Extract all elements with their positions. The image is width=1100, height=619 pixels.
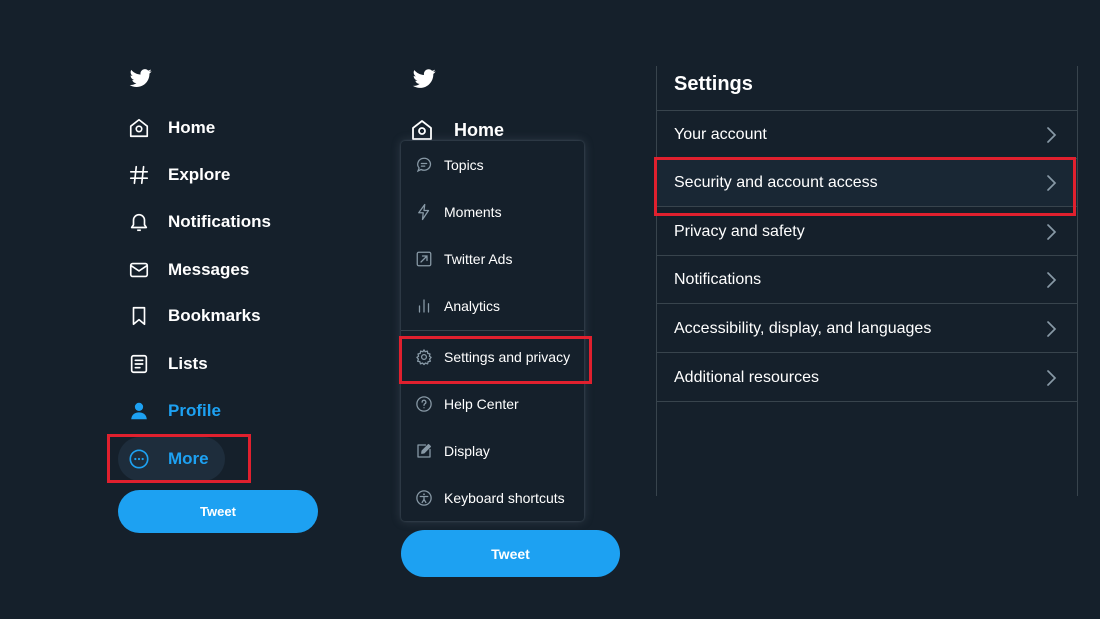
chevron-right-icon — [1043, 369, 1059, 387]
settings-row-label: Additional resources — [674, 368, 819, 386]
nav-item-lists[interactable]: Lists — [118, 342, 224, 386]
settings-row-additional-resources[interactable]: Additional resources — [657, 354, 1077, 402]
topics-icon — [415, 156, 433, 174]
settings-row-your-account[interactable]: Your account — [657, 111, 1077, 159]
chevron-right-icon — [1043, 271, 1059, 289]
more-dropdown-menu: Topics Moments Twitter Ads Analytics Set… — [401, 141, 584, 521]
lightning-icon — [415, 203, 433, 221]
list-icon — [128, 353, 150, 375]
menu-label-moments: Moments — [444, 204, 502, 220]
menu-item-help-center[interactable]: Help Center — [401, 382, 584, 426]
nav-label-notifications: Notifications — [168, 212, 271, 231]
bell-icon — [128, 211, 150, 233]
envelope-icon — [128, 259, 150, 281]
nav-item-notifications[interactable]: Notifications — [118, 200, 287, 244]
menu-item-display[interactable]: Display — [401, 429, 584, 473]
menu-item-keyboard-shortcuts[interactable]: Keyboard shortcuts — [401, 476, 584, 520]
nav-item-home-secondary[interactable]: Home — [410, 118, 504, 142]
menu-label-settings-and-privacy: Settings and privacy — [444, 349, 571, 365]
settings-row-notifications[interactable]: Notifications — [657, 256, 1077, 304]
settings-row-accessibility-display-and-languages[interactable]: Accessibility, display, and languages — [657, 305, 1077, 353]
person-icon — [128, 400, 150, 422]
nav-item-home[interactable]: Home — [118, 106, 231, 150]
settings-row-label: Notifications — [674, 270, 762, 288]
settings-title: Settings — [674, 73, 753, 95]
tweet-button[interactable]: Tweet — [118, 490, 318, 533]
chevron-right-icon — [1043, 174, 1059, 192]
accessibility-icon — [415, 489, 433, 507]
nav-item-explore[interactable]: Explore — [118, 153, 246, 197]
menu-item-twitter-ads[interactable]: Twitter Ads — [401, 237, 584, 281]
settings-row-label: Accessibility, display, and languages — [674, 319, 932, 337]
home-icon — [128, 117, 150, 139]
menu-item-analytics[interactable]: Analytics — [401, 284, 584, 328]
twitter-logo-icon[interactable] — [128, 67, 154, 89]
nav-label-explore: Explore — [168, 165, 231, 184]
ads-icon — [415, 250, 433, 268]
menu-item-moments[interactable]: Moments — [401, 190, 584, 234]
nav-label-home-secondary: Home — [454, 119, 505, 140]
menu-item-topics[interactable]: Topics — [401, 143, 584, 187]
menu-item-settings-and-privacy[interactable]: Settings and privacy — [401, 335, 584, 379]
nav-label-profile: Profile — [168, 401, 221, 420]
menu-label-keyboard-shortcuts: Keyboard shortcuts — [444, 490, 565, 506]
settings-row-label: Security and account access — [674, 173, 878, 191]
chevron-right-icon — [1043, 320, 1059, 338]
menu-divider — [401, 330, 584, 331]
settings-panel: Settings Your account Security and accou… — [656, 66, 1078, 496]
twitter-logo-icon[interactable] — [411, 67, 437, 89]
nav-label-messages: Messages — [168, 260, 250, 279]
nav-label-lists: Lists — [168, 354, 208, 373]
nav-item-bookmarks[interactable]: Bookmarks — [118, 294, 277, 338]
menu-label-display: Display — [444, 443, 490, 459]
nav-item-more[interactable]: More — [118, 437, 225, 481]
nav-item-messages[interactable]: Messages — [118, 248, 265, 292]
menu-label-analytics: Analytics — [444, 298, 501, 314]
menu-label-topics: Topics — [444, 157, 484, 173]
chevron-right-icon — [1043, 126, 1059, 144]
nav-label-more: More — [168, 449, 209, 468]
help-icon — [415, 395, 433, 413]
chevron-right-icon — [1043, 223, 1059, 241]
tweet-button-secondary[interactable]: Tweet — [401, 530, 620, 577]
nav-label-home: Home — [168, 118, 216, 137]
more-circle-icon — [128, 448, 150, 470]
settings-row-privacy-and-safety[interactable]: Privacy and safety — [657, 208, 1077, 256]
settings-row-security-and-account-access[interactable]: Security and account access — [657, 159, 1077, 207]
display-icon — [415, 442, 433, 460]
hashtag-icon — [128, 164, 150, 186]
gear-icon — [415, 348, 433, 366]
menu-label-twitter-ads: Twitter Ads — [444, 251, 513, 267]
nav-item-profile[interactable]: Profile — [118, 389, 237, 433]
home-icon — [410, 118, 434, 142]
nav-label-bookmarks: Bookmarks — [168, 306, 261, 325]
bookmark-icon — [128, 305, 150, 327]
settings-row-label: Your account — [674, 125, 767, 143]
analytics-icon — [415, 297, 433, 315]
menu-label-help-center: Help Center — [444, 396, 519, 412]
settings-row-label: Privacy and safety — [674, 222, 805, 240]
